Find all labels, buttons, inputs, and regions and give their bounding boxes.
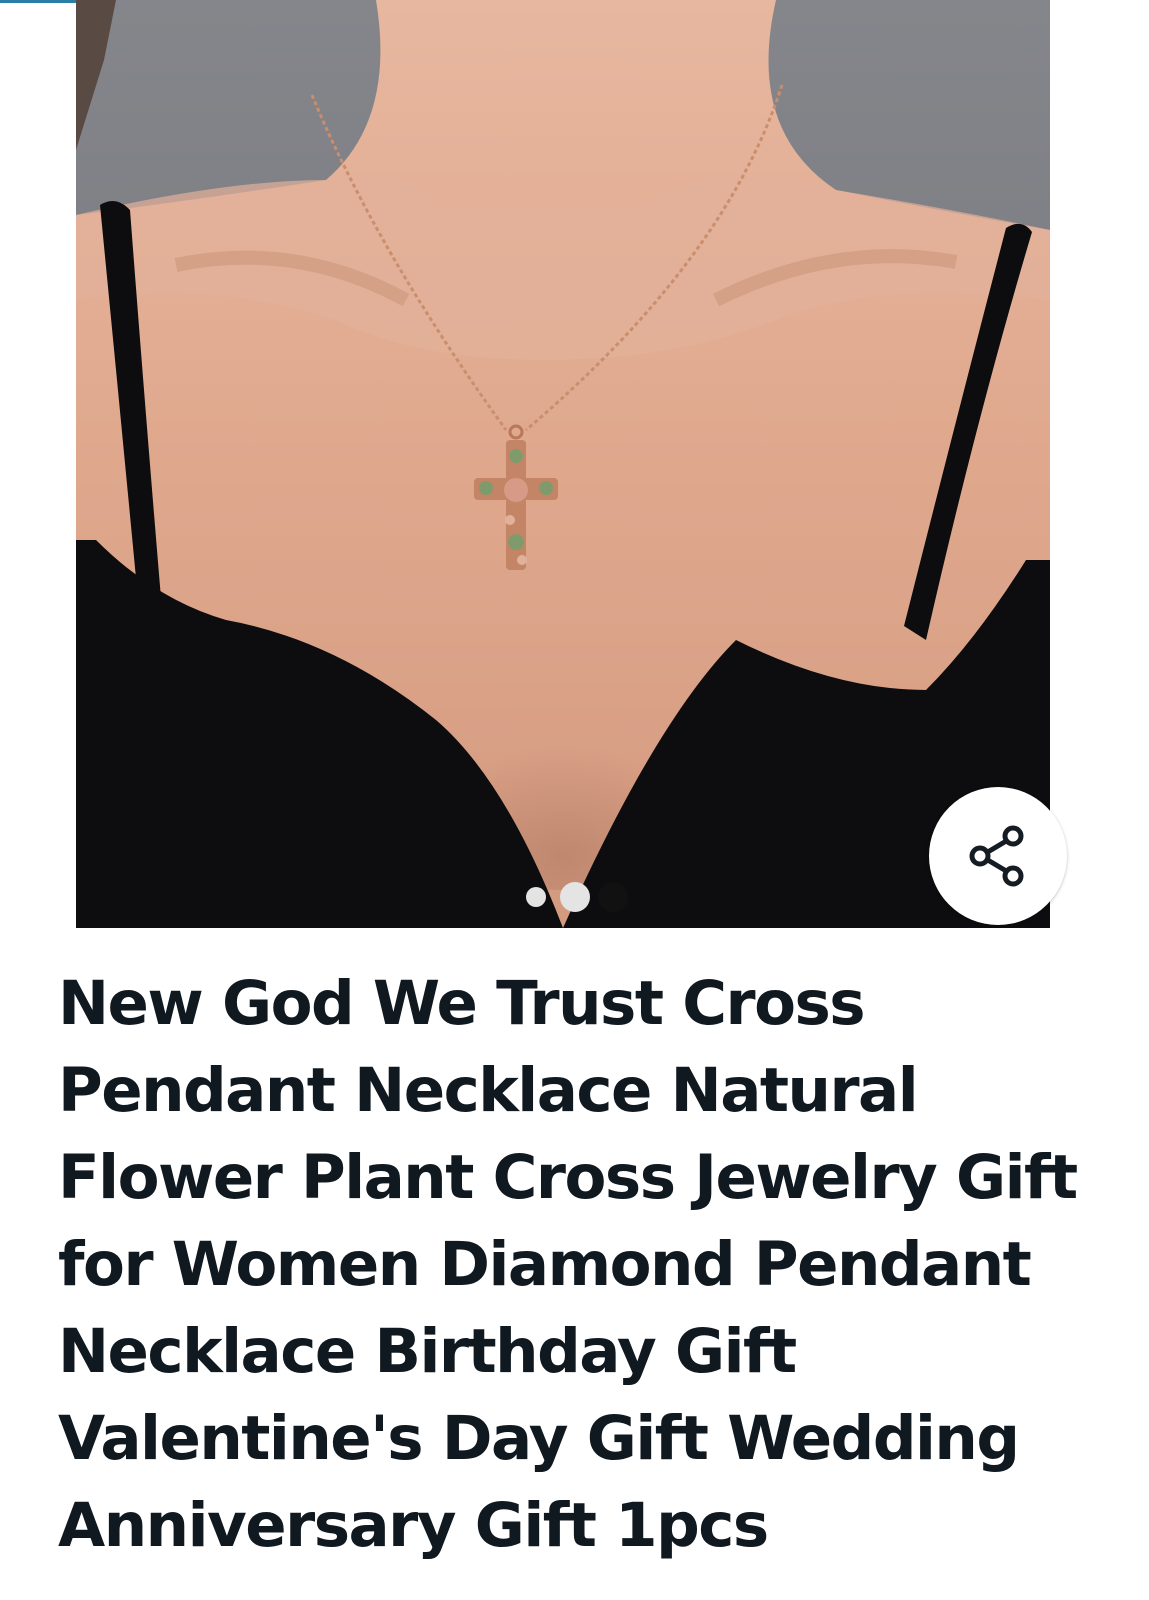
share-button[interactable]: [929, 787, 1067, 925]
pagination-dot[interactable]: [526, 887, 546, 907]
pagination-dot[interactable]: [560, 882, 590, 912]
image-pagination-dots[interactable]: [526, 880, 628, 914]
product-title: New God We Trust Cross Pendant Necklace …: [58, 968, 1078, 1561]
pagination-dot-active[interactable]: [598, 882, 628, 912]
product-photo: [76, 0, 1050, 928]
share-icon: [969, 825, 1024, 887]
product-image-gallery[interactable]: [76, 0, 1050, 928]
product-page: New God We Trust Cross Pendant Necklace …: [0, 0, 1149, 1600]
